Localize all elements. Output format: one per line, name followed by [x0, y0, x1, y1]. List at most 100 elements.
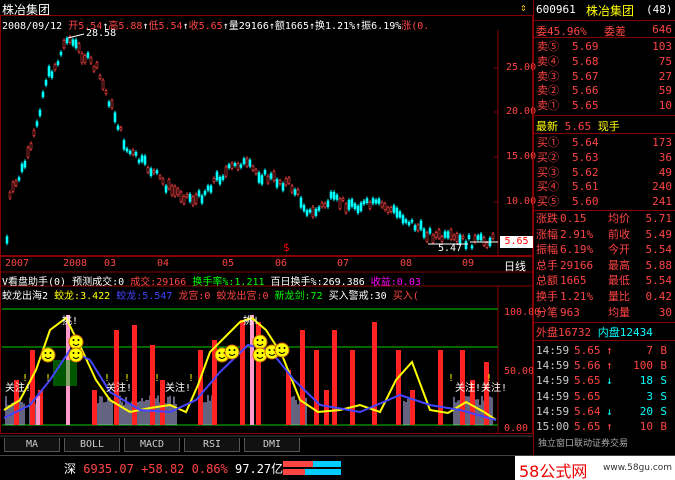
candle: [165, 186, 167, 192]
candle: [465, 241, 467, 248]
sell-row-3-price: 5.67: [572, 70, 599, 84]
tick-cell: ↑: [606, 359, 613, 373]
candle: [45, 80, 47, 85]
tab-rsi[interactable]: RSI: [184, 438, 240, 452]
tab-dmi[interactable]: DMI: [244, 438, 300, 452]
candle: [78, 44, 80, 52]
stat-cell: 总手: [536, 259, 558, 273]
candle: [336, 195, 338, 199]
candle: [63, 40, 65, 47]
candles: [6, 35, 494, 251]
candle: [267, 176, 269, 183]
candle: [96, 63, 98, 68]
sell-row-1-volume: 10: [659, 99, 672, 113]
stat-cell: 963: [560, 306, 580, 320]
ind2-name[interactable]: 蛟龙出海2: [2, 291, 48, 302]
stat-cell: 1.21%: [560, 290, 593, 304]
stat-row: 总手 29166 最高 5.88: [534, 259, 675, 273]
sell-row-4-volume: 75: [659, 55, 672, 69]
signal-spike: [150, 345, 155, 425]
candle: [33, 130, 35, 135]
buy-row-4: 买④ 5.61 240: [534, 180, 675, 194]
date-tick-07: 07: [337, 258, 349, 269]
ind2-line2: 蛟龙:5.547: [116, 291, 172, 302]
ind2-sword: 新龙剑:72: [275, 291, 323, 302]
side-outer-inner: 外盘16732 内盘12434: [536, 324, 653, 340]
buy-row-4-price: 5.61: [572, 180, 599, 194]
smiley-eye: [78, 352, 80, 354]
candle: [291, 186, 293, 192]
signal-spike: [396, 350, 401, 425]
sell-row-3: 卖③ 5.67 27: [534, 70, 675, 84]
buy-row-3: 买③ 5.62 49: [534, 166, 675, 180]
buy-row-2-volume: 36: [659, 151, 672, 165]
signal-spike: [198, 350, 203, 425]
candle: [219, 177, 221, 184]
date-tick-05: 05: [222, 258, 234, 269]
tick-volume: 100: [633, 359, 653, 373]
candle: [249, 160, 251, 166]
buy-row-2-price: 5.63: [572, 151, 599, 165]
candle: [129, 151, 131, 154]
candle: [429, 229, 431, 233]
candle: [117, 126, 119, 129]
tick-cell: 15:00: [536, 420, 569, 434]
stat-cell: 均量: [608, 306, 630, 320]
candle: [153, 170, 155, 173]
sell-row-4-price: 5.68: [572, 55, 599, 69]
candle: [27, 148, 29, 158]
date-tick-09: 09: [462, 258, 474, 269]
exclaim-icon: !: [154, 373, 160, 384]
candle: [75, 40, 77, 48]
smiley-eye: [284, 347, 286, 349]
candle: [339, 199, 341, 209]
candle: [366, 199, 368, 203]
smiley-icon: [69, 348, 83, 362]
candle: [111, 100, 113, 108]
tab-macd[interactable]: MACD: [124, 438, 180, 452]
candle: [87, 53, 89, 58]
candle: [246, 158, 248, 166]
tick-side: S: [660, 390, 667, 404]
watermark-brand: 58公式网: [519, 458, 587, 480]
candle: [216, 172, 218, 180]
candle: [261, 176, 263, 184]
candle: [453, 235, 455, 239]
marker-bar: [250, 315, 254, 425]
candle: [138, 160, 140, 163]
side-count: (48): [646, 3, 673, 16]
chart-area[interactable]: 株冶集团 2008/09/12 开5.54↑高5.88↑低5.54↑收5.65↑…: [0, 0, 533, 480]
candle: [18, 178, 20, 181]
candle: [99, 76, 101, 79]
side-diff-value: 646: [652, 23, 672, 36]
candle: [369, 202, 371, 208]
candle: [474, 236, 476, 243]
sell-row-2-price: 5.66: [572, 84, 599, 98]
candle: [51, 72, 53, 78]
exclaim-icon: !: [45, 373, 51, 384]
stat-row: 涨跌 0.15 均价 5.71: [534, 212, 675, 226]
candle: [435, 233, 437, 238]
candle: [414, 225, 416, 230]
tab-boll[interactable]: BOLL: [64, 438, 120, 452]
date-tick-06: 06: [275, 258, 287, 269]
date-tick-2007: 2007: [5, 258, 29, 269]
candle: [48, 66, 50, 75]
buy-row-2: 买② 5.63 36: [534, 151, 675, 165]
tab-ma[interactable]: MA: [4, 438, 60, 452]
sell-row-4-label: 卖④: [537, 55, 559, 69]
event-marker-icon[interactable]: $: [283, 241, 290, 254]
candle: [480, 234, 482, 240]
period-label[interactable]: 日线: [504, 258, 526, 274]
side-footer-hint[interactable]: 独立窗口联动证券交易: [538, 436, 628, 449]
stat-cell: 涨跌: [536, 212, 558, 226]
buy-row-1-price: 5.64: [572, 136, 599, 150]
stat-cell: 29166: [560, 259, 593, 273]
candle: [297, 189, 299, 194]
candle: [6, 237, 8, 243]
sell-row-3-label: 卖③: [537, 70, 559, 84]
candle: [300, 198, 302, 207]
buy-row-1: 买① 5.64 173: [534, 136, 675, 150]
candle: [492, 234, 494, 239]
candle: [189, 194, 191, 201]
